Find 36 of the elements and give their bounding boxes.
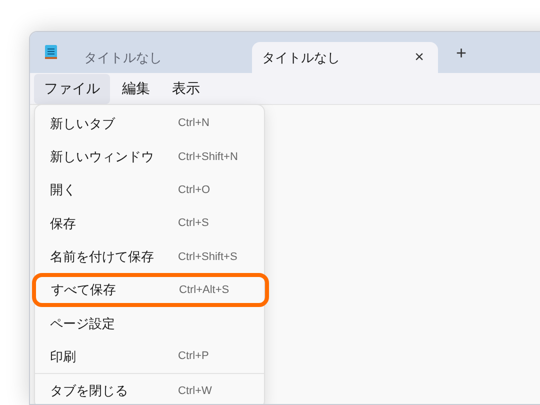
menu-item-label: ページ設定	[50, 314, 116, 333]
menu-item[interactable]: すべて保存 Ctrl+Alt+S	[32, 273, 269, 307]
menu-bar-item[interactable]: 編集	[112, 74, 160, 104]
menu-item[interactable]: 名前を付けて保存 Ctrl+Shift+S	[39, 240, 260, 274]
tab-title: タイトルなし	[262, 48, 340, 67]
tab[interactable]: タイトルなし	[72, 42, 252, 73]
menu-item-label: 印刷	[50, 348, 77, 366]
shortcut-text: Ctrl+P	[178, 349, 209, 364]
menu-item-label: 開く	[50, 181, 77, 200]
shortcut-text: Ctrl+O	[178, 182, 210, 198]
menu-item-label: 新しいタブ	[50, 114, 116, 133]
shortcut-text: Ctrl+S	[178, 216, 209, 232]
notepad-icon	[44, 44, 58, 60]
shortcut-text: Ctrl+W	[178, 384, 212, 399]
menu-item[interactable]: 保存 Ctrl+S	[39, 206, 260, 240]
shortcut-text: Ctrl+Shift+N	[178, 150, 238, 165]
menu-item-label: 新しいウィンドウ	[50, 148, 155, 166]
menu-bar-item[interactable]: 表示	[162, 74, 210, 104]
new-tab-button[interactable]: +	[450, 40, 473, 67]
menu-item-label: すべて保存	[51, 281, 117, 300]
shortcut-text: Ctrl+Alt+S	[179, 282, 230, 298]
tab[interactable]: タイトルなし ×	[252, 42, 438, 73]
menu-item[interactable]: 印刷 Ctrl+P	[39, 340, 260, 374]
menu-item[interactable]: タブを閉じる Ctrl+W	[39, 374, 260, 404]
menu-bar-item[interactable]: ファイル	[34, 74, 110, 104]
menu-item[interactable]: 新しいウィンドウ Ctrl+Shift+N	[39, 140, 260, 174]
tab-title: タイトルなし	[84, 48, 162, 67]
menu-item-label: タブを閉じる	[50, 382, 129, 400]
shortcut-text: Ctrl+N	[178, 116, 210, 132]
menu-item-label: 名前を付けて保存	[50, 248, 155, 266]
close-tab-button[interactable]: ×	[410, 46, 428, 70]
menu-item[interactable]: 開く Ctrl+O	[39, 174, 260, 207]
shortcut-text: Ctrl+Shift+S	[178, 250, 238, 265]
menu-item[interactable]: ページ設定	[39, 306, 260, 340]
menu-item-label: 保存	[50, 214, 77, 233]
menu-item[interactable]: 新しいタブ Ctrl+N	[39, 107, 260, 140]
